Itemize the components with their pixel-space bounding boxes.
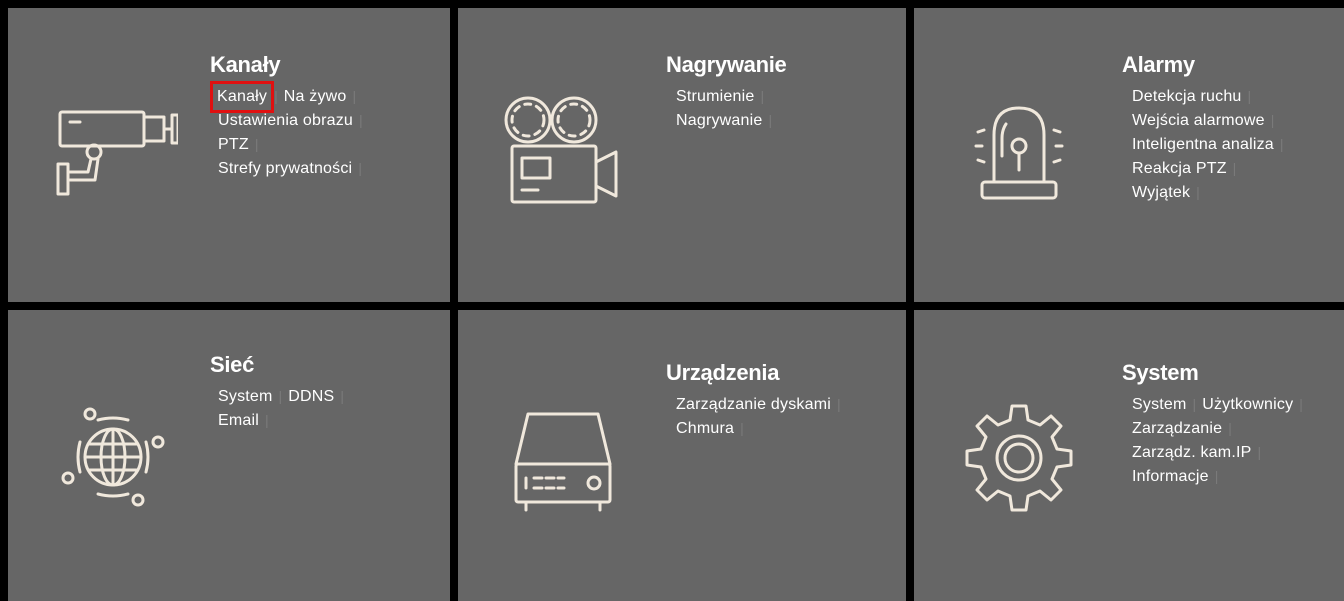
menu-link-strefy-prywatnosci[interactable]: Strefy prywatności: [218, 157, 354, 181]
menu-link-detekcja-ruchu[interactable]: Detekcja ruchu: [1132, 85, 1244, 109]
menu-links: System | Użytkownicy | Zarządzanie | Zarządz. …: [1132, 392, 1309, 488]
menu-row: Zarządzanie |: [1132, 416, 1309, 440]
menu-row: Zarządz. kam.IP |: [1132, 440, 1309, 464]
link-separator: |: [1257, 444, 1262, 460]
menu-links: System | DDNS | Email |: [218, 384, 350, 432]
link-separator: |: [768, 112, 773, 128]
menu-row: Informacje |: [1132, 464, 1309, 488]
tile-kanaly: Kanały Kanały | Na żywo | Ustawienia obrazu |…: [8, 8, 450, 302]
menu-link-nagrywanie[interactable]: Nagrywanie: [676, 109, 764, 133]
tile-title: Sieć: [210, 352, 255, 377]
menu-link-informacje[interactable]: Informacje: [1132, 465, 1211, 489]
link-separator: |: [1299, 396, 1303, 412]
menu-row: Strumienie |: [676, 84, 778, 108]
tile-urzadzenia: Urządzenia Zarządzanie dyskami | Chmura |: [458, 310, 906, 601]
tile-title: Urządzenia: [666, 360, 780, 385]
tile-title: System: [1122, 360, 1199, 385]
menu-row: Strefy prywatności |: [218, 156, 369, 180]
menu-row: System | Użytkownicy |: [1132, 392, 1309, 416]
alarm-siren-icon: [954, 90, 1084, 220]
tile-alarmy: Alarmy Detekcja ruchu | Wejścia alarmowe | I…: [914, 8, 1344, 302]
link-separator: |: [1247, 88, 1252, 104]
menu-row: Nagrywanie |: [676, 108, 778, 132]
tile-siec: Sieć System | DDNS | Email |: [8, 310, 450, 601]
menu-link-na-zywo[interactable]: Na żywo: [284, 85, 349, 109]
menu-link-ustawienia-obrazu[interactable]: Ustawienia obrazu: [218, 109, 355, 133]
link-separator: |: [1196, 184, 1200, 200]
menu-link-ptz[interactable]: PTZ: [218, 133, 251, 157]
link-separator: |: [340, 388, 344, 404]
menu-row: Wejścia alarmowe |: [1132, 108, 1290, 132]
menu-link-strumienie[interactable]: Strumienie: [676, 85, 756, 109]
link-separator: |: [278, 388, 283, 404]
storage-device-icon: [498, 392, 628, 522]
menu-link-reakcja-ptz[interactable]: Reakcja PTZ: [1132, 157, 1229, 181]
menu-link-zarzadzanie[interactable]: Zarządzanie: [1132, 417, 1224, 441]
menu-link-email[interactable]: Email: [218, 409, 261, 433]
link-separator: |: [1192, 396, 1197, 412]
gear-icon: [954, 392, 1084, 522]
link-separator: |: [352, 88, 357, 104]
menu-link-ddns[interactable]: DDNS: [288, 385, 336, 409]
menu-link-wejscia-alarmowe[interactable]: Wejścia alarmowe: [1132, 109, 1267, 133]
menu-row: PTZ |: [218, 132, 369, 156]
menu-link-system[interactable]: System: [1132, 393, 1189, 417]
film-camera-icon: [498, 90, 628, 220]
link-separator: |: [836, 396, 841, 412]
link-separator: |: [1214, 468, 1219, 484]
menu-links: Kanały | Na żywo | Ustawienia obrazu | PTZ | Str…: [209, 81, 369, 180]
link-separator: |: [274, 88, 278, 104]
link-separator: |: [1270, 112, 1275, 128]
menu-link-wyjatek[interactable]: Wyjątek: [1132, 181, 1192, 205]
menu-row: System | DDNS |: [218, 384, 350, 408]
link-separator: |: [265, 412, 269, 428]
menu-link-system[interactable]: System: [218, 385, 275, 409]
menu-row: Chmura |: [676, 416, 847, 440]
link-separator: |: [1279, 136, 1284, 152]
link-separator: |: [358, 160, 362, 176]
link-separator: |: [359, 112, 363, 128]
menu-link-chmura[interactable]: Chmura: [676, 417, 736, 441]
menu-row: Kanały | Na żywo |: [209, 81, 369, 113]
menu-row: Reakcja PTZ |: [1132, 156, 1290, 180]
tile-nagrywanie: Nagrywanie Strumienie | Nagrywanie |: [458, 8, 906, 302]
tile-system: System System | Użytkownicy | Zarządzanie | Za…: [914, 310, 1344, 601]
link-separator: |: [760, 88, 765, 104]
tile-title: Nagrywanie: [666, 52, 787, 77]
menu-link-inteligentna-analiza[interactable]: Inteligentna analiza: [1132, 133, 1276, 157]
menu-row: Zarządzanie dyskami |: [676, 392, 847, 416]
menu-row: Email |: [218, 408, 350, 432]
globe-network-icon: [48, 392, 178, 522]
menu-links: Strumienie | Nagrywanie |: [676, 84, 778, 132]
menu-link-zarzadz-kam-ip[interactable]: Zarządz. kam.IP: [1132, 441, 1253, 465]
main-menu-grid: Kanały Kanały | Na żywo | Ustawienia obrazu |…: [0, 0, 1344, 601]
menu-row: Detekcja ruchu |: [1132, 84, 1290, 108]
link-separator: |: [740, 420, 744, 436]
link-separator: |: [1232, 160, 1237, 176]
security-camera-icon: [48, 90, 178, 220]
tile-title: Alarmy: [1122, 52, 1195, 77]
menu-link-zarzadzanie-dyskami[interactable]: Zarządzanie dyskami: [676, 393, 833, 417]
menu-link-uzytkownicy[interactable]: Użytkownicy: [1202, 393, 1295, 417]
menu-links: Zarządzanie dyskami | Chmura |: [676, 392, 847, 440]
link-separator: |: [254, 136, 259, 152]
tile-title: Kanały: [210, 52, 281, 77]
menu-link-kanaly[interactable]: Kanały: [209, 81, 275, 113]
menu-row: Inteligentna analiza |: [1132, 132, 1290, 156]
menu-links: Detekcja ruchu | Wejścia alarmowe | Intelige…: [1132, 84, 1290, 204]
menu-row: Ustawienia obrazu |: [218, 108, 369, 132]
menu-row: Wyjątek |: [1132, 180, 1290, 204]
link-separator: |: [1228, 420, 1232, 436]
